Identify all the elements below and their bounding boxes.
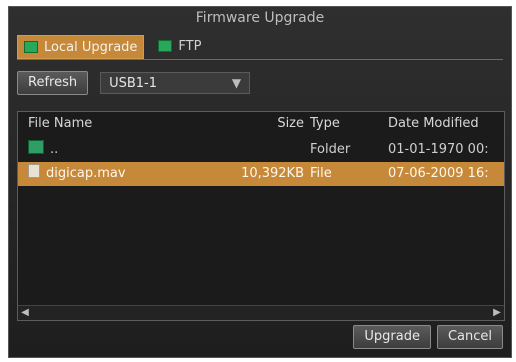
device-select-value: USB1-1 xyxy=(109,75,158,91)
file-list-header: File Name Size Type Date Modified xyxy=(18,112,504,138)
column-header-size: Size xyxy=(277,116,304,131)
tabs: Local Upgrade FTP xyxy=(17,35,207,59)
file-type: File xyxy=(310,166,332,181)
file-date: 07-06-2009 16: xyxy=(388,166,489,181)
refresh-button[interactable]: Refresh xyxy=(17,71,89,95)
file-name: digicap.mav xyxy=(46,166,126,181)
tab-local-upgrade-label: Local Upgrade xyxy=(44,39,138,55)
chevron-down-icon: ▼ xyxy=(231,76,242,90)
tab-ftp[interactable]: FTP xyxy=(152,35,207,57)
column-header-file-name: File Name xyxy=(28,116,93,131)
firmware-upgrade-window: Firmware Upgrade Local Upgrade FTP Refre… xyxy=(8,6,512,358)
file-name-cell: digicap.mav xyxy=(28,162,208,186)
local-upgrade-icon xyxy=(24,41,38,53)
tab-local-upgrade[interactable]: Local Upgrade xyxy=(17,35,145,59)
action-buttons: Upgrade Cancel xyxy=(353,325,503,349)
horizontal-scrollbar[interactable]: ◀ ▶ xyxy=(18,305,504,320)
cancel-button[interactable]: Cancel xyxy=(436,325,503,349)
ftp-icon xyxy=(158,40,173,52)
table-row[interactable]: digicap.mav 10,392KB File 07-06-2009 16: xyxy=(18,162,504,186)
file-list: File Name Size Type Date Modified .. Fol… xyxy=(17,111,505,321)
file-icon xyxy=(28,164,40,178)
folder-icon xyxy=(28,140,44,154)
file-size xyxy=(208,138,304,162)
file-name-cell: .. xyxy=(28,138,208,162)
tab-divider xyxy=(17,59,503,60)
arrow-right-icon[interactable]: ▶ xyxy=(490,306,504,320)
table-row[interactable]: .. Folder 01-01-1970 00: xyxy=(18,138,504,162)
column-header-date-modified: Date Modified xyxy=(388,116,479,131)
column-header-type: Type xyxy=(310,116,340,131)
file-size: 10,392KB xyxy=(241,166,304,181)
file-type: Folder xyxy=(310,142,351,157)
tab-ftp-label: FTP xyxy=(178,38,202,54)
device-select[interactable]: USB1-1 ▼ xyxy=(100,72,251,94)
file-name: .. xyxy=(50,142,59,157)
window-title: Firmware Upgrade xyxy=(195,10,325,26)
toolbar: Refresh USB1-1 ▼ xyxy=(17,71,251,95)
arrow-left-icon[interactable]: ◀ xyxy=(18,306,32,320)
file-date: 01-01-1970 00: xyxy=(388,142,489,157)
upgrade-button[interactable]: Upgrade xyxy=(353,325,431,349)
